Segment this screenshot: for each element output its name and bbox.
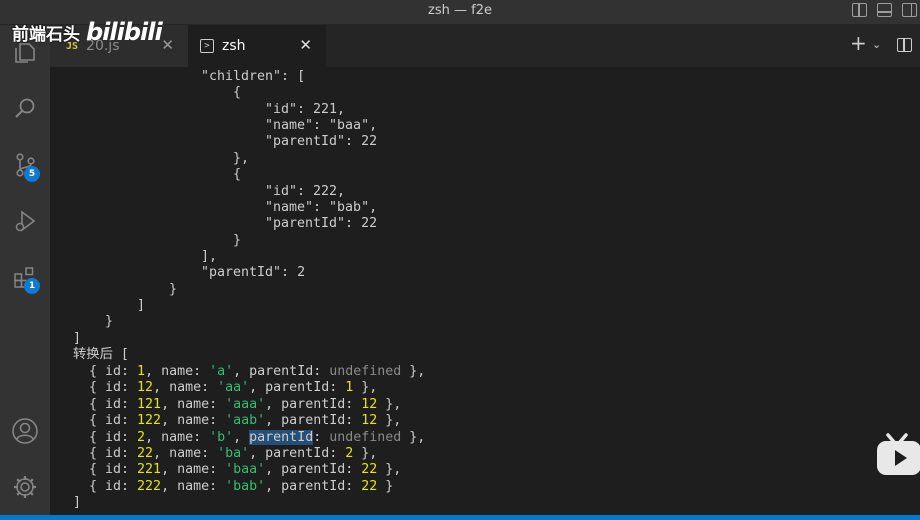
window-title: zsh — f2e: [428, 3, 492, 18]
tab-label: zsh: [222, 38, 246, 54]
row-parent-key: parentId: [265, 380, 330, 396]
row-parent-id: undefined: [329, 364, 402, 379]
row-name: 'bab': [225, 478, 266, 494]
toggle-sidebar-icon[interactable]: [852, 3, 867, 17]
source-control-badge: 5: [24, 166, 40, 182]
result-row: { id: 221, name: 'baa', parentId: 22 },: [89, 462, 402, 478]
row-id: 222: [137, 478, 162, 494]
bilibili-tv-icon[interactable]: [876, 432, 920, 478]
close-icon[interactable]: ✕: [299, 37, 312, 53]
terminal-line: "children": [: [201, 69, 306, 84]
close-icon[interactable]: ✕: [161, 37, 174, 53]
terminal-line: "name": "bab",: [265, 200, 378, 215]
settings-gear-icon[interactable]: [0, 465, 50, 509]
terminal-line: }: [169, 282, 178, 297]
bilibili-logo: bilibili: [86, 18, 163, 46]
terminal-line: ]: [73, 331, 82, 346]
row-parent-key: parentId: [281, 478, 346, 494]
row-parent-id: 12: [361, 396, 378, 412]
row-id: 22: [137, 446, 154, 461]
terminal-line: "id": 222,: [265, 184, 346, 199]
chevron-down-icon[interactable]: ⌄: [872, 38, 881, 51]
watermark: 前端石头 bilibili: [12, 18, 163, 46]
terminal-line: },: [233, 151, 250, 166]
terminal-line: "id": 221,: [265, 102, 346, 117]
row-parent-key: parentId: [281, 413, 346, 429]
row-parent-key: parentId: [249, 364, 314, 379]
new-terminal-button[interactable]: +: [850, 33, 867, 53]
toggle-secondary-sidebar-icon[interactable]: [902, 3, 917, 17]
row-parent-key: parentId: [281, 396, 346, 412]
result-label: 转换后 [: [73, 347, 129, 362]
watermark-text: 前端石头: [12, 24, 80, 45]
result-row: { id: 122, name: 'aab', parentId: 12 },: [89, 413, 402, 429]
terminal-icon: >: [200, 39, 214, 53]
toggle-panel-icon[interactable]: [877, 3, 892, 17]
terminal-line: }: [233, 233, 242, 248]
row-parent-id: undefined: [329, 429, 402, 445]
terminal-line: }: [105, 314, 114, 329]
row-parent-id: 22: [361, 478, 378, 494]
row-parent-id: 12: [361, 413, 378, 429]
row-id: 221: [137, 462, 162, 478]
row-id: 122: [137, 413, 162, 429]
terminal-line: "parentId": 22: [265, 216, 378, 231]
row-id: 2: [137, 429, 146, 445]
result-row: { id: 121, name: 'aaa', parentId: 12 },: [89, 396, 402, 412]
row-name: 'aab': [225, 413, 266, 429]
terminal-line: ]: [73, 495, 82, 510]
row-parent-key: parentId: [281, 462, 346, 478]
terminal-line: {: [233, 85, 242, 100]
extensions-badge: 1: [24, 278, 40, 294]
row-name: 'b': [209, 429, 234, 445]
row-name: 'aa': [217, 380, 250, 396]
terminal-line: "parentId": 22: [265, 134, 378, 149]
result-row: { id: 22, name: 'ba', parentId: 2 },: [89, 446, 378, 461]
result-row: { id: 1, name: 'a', parentId: undefined …: [89, 364, 426, 379]
row-parent-key: parentId: [265, 446, 330, 461]
status-bar: [0, 515, 920, 520]
tab-zsh[interactable]: > zsh ✕: [188, 25, 326, 67]
extensions-icon[interactable]: 1: [0, 255, 50, 299]
run-debug-icon[interactable]: [0, 199, 50, 243]
row-id: 12: [137, 380, 154, 396]
source-control-icon[interactable]: 5: [0, 143, 50, 187]
tab-bar: JS 20.js ✕ > zsh ✕ + ⌄: [50, 25, 920, 67]
row-name: 'baa': [225, 462, 266, 478]
row-name: 'ba': [217, 446, 250, 461]
terminal-output[interactable]: "children": [ { "id": 221, "name": "baa"…: [50, 67, 880, 515]
account-icon[interactable]: [0, 409, 50, 453]
result-row: { id: 2, name: 'b', parentId: undefined …: [89, 429, 426, 445]
row-id: 121: [137, 396, 162, 412]
row-name: 'aaa': [225, 396, 266, 412]
row-parent-id: 22: [361, 462, 378, 478]
terminal-line: "parentId": 2: [201, 265, 306, 280]
result-row: { id: 12, name: 'aa', parentId: 1 },: [89, 380, 378, 396]
row-parent-id: 2: [345, 446, 354, 461]
row-name: 'a': [209, 364, 234, 379]
row-id: 1: [137, 364, 146, 379]
split-editor-icon[interactable]: [897, 38, 912, 52]
terminal-line: ],: [201, 249, 218, 264]
result-row: { id: 222, name: 'bab', parentId: 22 }: [89, 478, 394, 494]
row-parent-id: 1: [345, 380, 354, 396]
search-icon[interactable]: [0, 87, 50, 131]
terminal-line: ]: [137, 298, 146, 313]
row-parent-key: parentId: [249, 429, 314, 445]
activity-bar: 5 1: [0, 25, 50, 515]
terminal-line: {: [233, 167, 242, 182]
terminal-line: "name": "baa",: [265, 118, 378, 133]
